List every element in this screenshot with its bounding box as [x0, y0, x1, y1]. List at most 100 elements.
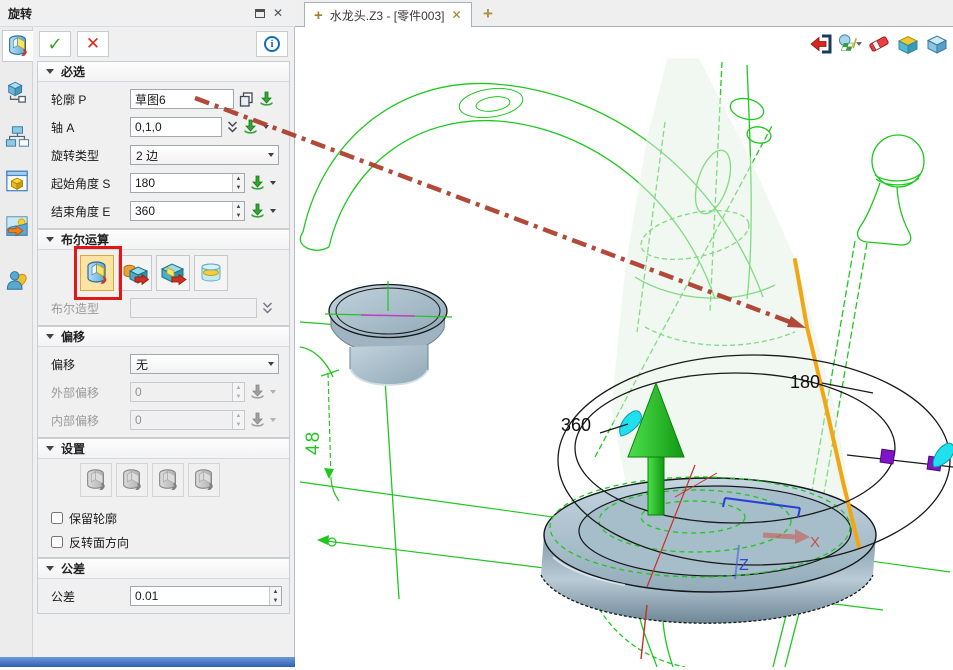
boolean-shape-expand-button[interactable]: [262, 302, 273, 315]
display-mode-icon: [837, 32, 862, 56]
collapse-icon: [46, 566, 54, 571]
exit-sketch-button[interactable]: [808, 32, 833, 56]
offset-section-header[interactable]: 偏移: [38, 327, 289, 347]
offset-type-label: 偏移: [51, 356, 130, 373]
pick-end-angle-button[interactable]: [250, 203, 265, 219]
pick-profile-button[interactable]: [259, 91, 274, 107]
collapse-icon: [46, 334, 54, 339]
ok-button[interactable]: ✓: [39, 31, 71, 57]
end-angle-value-label[interactable]: 360: [561, 415, 591, 435]
dimension-48-label: 48: [303, 430, 324, 455]
axis-label: 轴 A: [51, 119, 130, 136]
angle-handle-square[interactable]: [880, 449, 895, 464]
pick-start-angle-button[interactable]: [250, 175, 265, 191]
dropdown-arrow-icon: [263, 125, 269, 129]
double-chevron-down-icon: [262, 302, 273, 315]
required-section-header[interactable]: 必选: [38, 62, 289, 82]
blue-cube-icon: [925, 32, 949, 56]
spin-up-icon: ▲: [232, 202, 244, 211]
rail-render-button[interactable]: [2, 210, 31, 242]
axis-z-label: Z: [739, 557, 749, 574]
tab-title: 水龙头.Z3 - [零件003]: [330, 7, 445, 24]
reverse-face-checkbox[interactable]: [51, 536, 63, 548]
new-tab-button[interactable]: +: [483, 4, 493, 24]
start-angle-options-dropdown[interactable]: [270, 181, 276, 185]
outer-offset-label: 外部偏移: [51, 384, 130, 401]
pick-axis-button[interactable]: [243, 119, 258, 135]
end-angle-options-dropdown[interactable]: [270, 209, 276, 213]
spin-up-icon: ▲: [232, 174, 244, 183]
boolean-intersect-button[interactable]: [194, 255, 228, 291]
boolean-shape-label: 布尔造型: [51, 300, 130, 317]
end-angle-spinner[interactable]: ▲▼: [232, 202, 244, 220]
boolean-remove-icon: [159, 259, 187, 287]
info-button[interactable]: i: [256, 31, 288, 57]
revolve-type-select[interactable]: 2 边: [130, 145, 279, 165]
spin-down-icon: ▼: [232, 211, 244, 220]
start-angle-spinner[interactable]: ▲▼: [232, 174, 244, 192]
handle-knob[interactable]: [325, 281, 452, 385]
start-angle-label: 起始角度 S: [51, 175, 130, 192]
profile-input[interactable]: [130, 89, 234, 109]
panel-restore-button[interactable]: [251, 5, 269, 21]
revolve-variant-icon: [83, 467, 109, 493]
rail-visualize-button[interactable]: [2, 165, 31, 197]
boolean-add-icon: [121, 259, 149, 287]
active-document-tab[interactable]: + 水龙头.Z3 - [零件003] ✕: [304, 2, 472, 27]
offset-type-select[interactable]: 无: [130, 354, 279, 374]
document-tab-bar: + 水龙头.Z3 - [零件003] ✕ +: [295, 0, 953, 27]
cancel-icon: ✕: [86, 34, 100, 54]
rail-user-button[interactable]: [2, 264, 31, 296]
axis-options-dropdown[interactable]: [263, 125, 269, 129]
eraser-icon: [867, 32, 891, 56]
required-section: 必选 轮廓 P 轴 A: [37, 61, 290, 229]
reverse-face-label: 反转面方向: [69, 534, 129, 551]
axis-expand-button[interactable]: [227, 121, 238, 134]
settings-section-header[interactable]: 设置: [38, 439, 289, 459]
boolean-base-button[interactable]: [80, 255, 114, 291]
display-mode-button[interactable]: [837, 32, 862, 56]
yellow-box-icon: [896, 32, 920, 56]
copy-icon: [239, 92, 254, 107]
boolean-section-header[interactable]: 布尔运算: [38, 230, 289, 250]
revolve-icon: [5, 33, 31, 59]
tolerance-input[interactable]: [130, 586, 282, 606]
end-angle-label: 结束角度 E: [51, 203, 130, 220]
insert-box-button[interactable]: [895, 32, 920, 56]
scene-canvas[interactable]: 48 120: [295, 27, 953, 667]
setting-option-3-button: [152, 463, 184, 497]
cancel-button[interactable]: ✕: [77, 31, 109, 57]
keep-profile-checkbox[interactable]: [51, 512, 63, 524]
inner-offset-spinner: ▲▼: [232, 411, 244, 429]
boolean-add-button[interactable]: [118, 255, 152, 291]
end-angle-input[interactable]: [130, 201, 245, 221]
profile-label: 轮廓 P: [51, 91, 130, 108]
inner-offset-input: [130, 410, 245, 430]
base-disk[interactable]: [541, 478, 876, 623]
import-arrow-icon: [250, 412, 265, 428]
erase-button[interactable]: [866, 32, 891, 56]
3d-viewport[interactable]: 48 120: [295, 27, 953, 667]
offset-section: 偏移 偏移 无 外部偏移 ▲▼: [37, 326, 290, 438]
axis-input[interactable]: [130, 117, 222, 137]
dropdown-arrow-icon: [268, 362, 274, 366]
shaded-view-button[interactable]: [924, 32, 949, 56]
start-angle-value-label[interactable]: 180: [790, 372, 820, 392]
tab-close-button[interactable]: ✕: [451, 8, 461, 22]
collapse-icon: [46, 446, 54, 451]
info-icon: i: [264, 36, 280, 52]
start-angle-input[interactable]: [130, 173, 245, 193]
boolean-remove-button[interactable]: [156, 255, 190, 291]
dropdown-arrow-icon: [270, 390, 276, 394]
double-chevron-down-icon: [227, 121, 238, 134]
revolve-command-panel: ✓ ✕ i 必选 轮廓 P: [33, 27, 295, 657]
rail-revolve-button[interactable]: [2, 30, 33, 62]
restore-icon: [255, 9, 265, 18]
panel-close-button[interactable]: ✕: [269, 5, 287, 21]
rail-datum-button[interactable]: [2, 75, 31, 107]
tolerance-spinner[interactable]: ▲▼: [269, 587, 281, 605]
rail-history-button[interactable]: [2, 120, 31, 152]
tolerance-section-header[interactable]: 公差: [38, 559, 289, 579]
inner-offset-label: 内部偏移: [51, 412, 130, 429]
copy-profile-button[interactable]: [239, 92, 254, 107]
